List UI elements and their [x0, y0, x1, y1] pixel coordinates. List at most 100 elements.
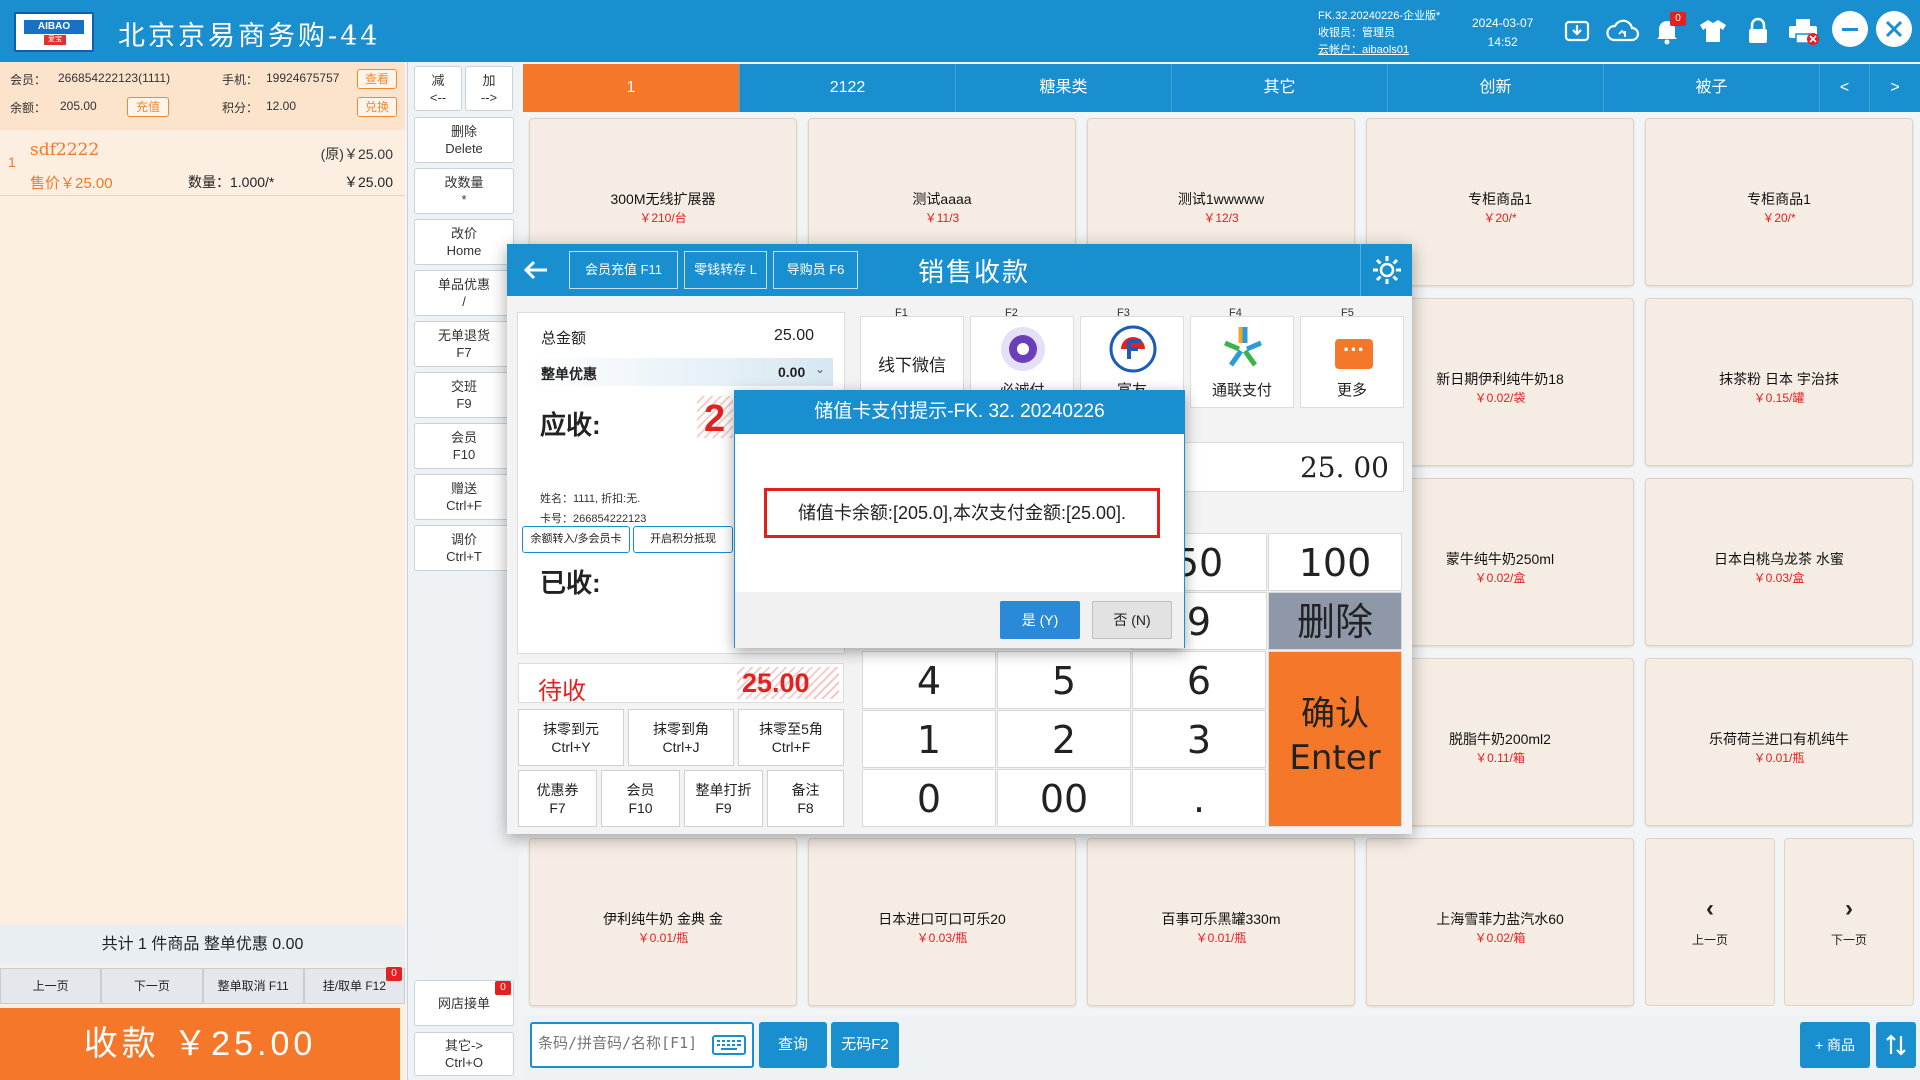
product-price: ￥0.02/箱	[1474, 931, 1526, 945]
key-dot[interactable]: .	[1132, 769, 1266, 827]
delete-key[interactable]: 删除	[1268, 592, 1402, 650]
other-functions-label: 其它->	[445, 1038, 483, 1053]
decrease-button[interactable]: 减 <--	[414, 66, 462, 111]
product-tile[interactable]: 百事可乐黑罐330m ￥0.01/瓶	[1087, 838, 1355, 1006]
minimize-button[interactable]	[1832, 11, 1868, 47]
category-next-button[interactable]: >	[1870, 64, 1920, 112]
hold-order-button[interactable]: 挂/取单 F12 0	[303, 967, 405, 1004]
product-tile[interactable]: 伊利纯牛奶 金典 金 ￥0.01/瓶	[529, 838, 797, 1006]
cloud-sync-icon[interactable]	[1603, 14, 1643, 48]
delete-item-key: Delete	[445, 141, 483, 156]
category-tab-other[interactable]: 其它	[1172, 64, 1388, 112]
key-0[interactable]: 0	[862, 769, 996, 827]
barcode-search-input[interactable]	[538, 1034, 706, 1052]
cart-row[interactable]: 1 sdf2222 (原)￥25.00 售价￥25.00 数量：1.000/* …	[0, 134, 405, 196]
category-prev-button[interactable]: <	[1820, 64, 1870, 112]
category-tab-quilt[interactable]: 被子	[1604, 64, 1820, 112]
alert-yes-button[interactable]: 是 (Y)	[1000, 601, 1080, 639]
product-tile[interactable]: 日本进口可口可乐20 ￥0.03/瓶	[808, 838, 1076, 1006]
note-button[interactable]: 备注 F8	[767, 770, 844, 827]
increase-button[interactable]: 加 -->	[465, 66, 513, 111]
change-deposit-button[interactable]: 零钱转存 L	[684, 251, 767, 289]
round-to-yuan-button[interactable]: 抹零到元 Ctrl+Y	[518, 709, 624, 766]
barcode-search-field[interactable]	[530, 1022, 754, 1068]
key-6[interactable]: 6	[1132, 651, 1266, 709]
no-barcode-button[interactable]: 无码F2	[831, 1022, 899, 1068]
order-discount-button[interactable]: 整单打折 F9	[684, 770, 763, 827]
confirm-enter-button[interactable]: 确认 Enter	[1268, 651, 1402, 827]
pay-method-label: 线下微信	[878, 356, 946, 375]
return-no-receipt-key: F7	[456, 345, 472, 360]
member-exchange-button[interactable]: 兑换	[357, 97, 397, 117]
shirt-icon[interactable]	[1696, 14, 1730, 48]
back-button[interactable]	[518, 252, 556, 288]
product-tile[interactable]: 日本白桃乌龙茶 水蜜 ￥0.03/盒	[1645, 478, 1913, 646]
key-2[interactable]: 2	[997, 710, 1131, 768]
cloud-account-link[interactable]: 云帐户：aibaols01	[1318, 42, 1440, 59]
key-4[interactable]: 4	[862, 651, 996, 709]
key-100[interactable]: 100	[1268, 533, 1402, 591]
decrease-label: 减	[431, 72, 445, 88]
online-orders-button[interactable]: 网店接单 0	[414, 980, 514, 1026]
payment-member-button[interactable]: 会员 F10	[601, 770, 680, 827]
product-tile[interactable]: 专柜商品1 ￥20/*	[1645, 118, 1913, 286]
product-name: 测试1wwwww	[1177, 191, 1265, 207]
coupon-button[interactable]: 优惠券 F7	[518, 770, 597, 827]
keyboard-icon[interactable]	[712, 1035, 746, 1055]
salesperson-button[interactable]: 导购员 F6	[773, 251, 858, 289]
add-product-button[interactable]: + 商品	[1800, 1022, 1870, 1068]
product-tile[interactable]: 乐荷荷兰进口有机纯牛 ￥0.01/瓶	[1645, 658, 1913, 826]
key-00[interactable]: 00	[997, 769, 1131, 827]
item-discount-label: 单品优惠	[437, 277, 490, 292]
return-no-receipt-button[interactable]: 无单退货 F7	[414, 321, 514, 367]
round-to-5jiao-button[interactable]: 抹零至5角 Ctrl+F	[738, 709, 844, 766]
shift-handover-button[interactable]: 交班 F9	[414, 372, 514, 418]
key-5[interactable]: 5	[997, 651, 1131, 709]
notification-bell-icon[interactable]: 0	[1650, 12, 1686, 48]
member-recharge-f11-button[interactable]: 会员充值 F11	[569, 251, 678, 289]
other-functions-button[interactable]: 其它-> Ctrl+O	[414, 1032, 514, 1076]
lock-icon[interactable]	[1741, 14, 1775, 48]
category-tab-1[interactable]: 1	[523, 64, 740, 112]
cancel-order-button[interactable]: 整单取消 F11	[202, 968, 304, 1004]
balance-transfer-button[interactable]: 余额转入/多会员卡	[522, 526, 630, 553]
round-to-jiao-button[interactable]: 抹零到角 Ctrl+J	[628, 709, 734, 766]
category-tab-2122[interactable]: 2122	[740, 64, 956, 112]
change-qty-button[interactable]: 改数量 *	[414, 168, 514, 214]
category-tab-innovation[interactable]: 创新	[1388, 64, 1604, 112]
sort-toggle-button[interactable]	[1876, 1022, 1916, 1068]
category-tab-candy[interactable]: 糖果类	[956, 64, 1172, 112]
time-label: 14:52	[1487, 35, 1518, 49]
pay-method-more[interactable]: ··· 更多	[1300, 316, 1404, 408]
key-3[interactable]: 3	[1132, 710, 1266, 768]
member-recharge-button[interactable]: 充值	[127, 97, 169, 117]
checkout-button[interactable]: 收款 ￥25.00	[0, 1008, 400, 1080]
settings-button[interactable]	[1360, 244, 1412, 296]
version-info: FK.32.20240226-企业版* 收银员：管理员 云帐户：aibaols0…	[1318, 8, 1440, 59]
chevron-down-icon[interactable]: ⌄	[815, 362, 825, 376]
delete-item-button[interactable]: 删除 Delete	[414, 117, 514, 163]
product-next-page-button[interactable]: › 下一页	[1784, 838, 1914, 1006]
adjust-price-button[interactable]: 调价 Ctrl+T	[414, 525, 514, 571]
product-prev-page-button[interactable]: ‹ 上一页	[1645, 838, 1775, 1006]
member-view-button[interactable]: 查看	[357, 69, 397, 89]
query-button[interactable]: 查询	[759, 1022, 827, 1068]
gift-button[interactable]: 赠送 Ctrl+F	[414, 474, 514, 520]
pay-method-allinpay[interactable]: 通联支付	[1190, 316, 1294, 408]
download-icon[interactable]	[1560, 14, 1594, 48]
product-tile[interactable]: 抹茶粉 日本 宇治抹 ￥0.15/罐	[1645, 298, 1913, 466]
member-button[interactable]: 会员 F10	[414, 423, 514, 469]
item-discount-button[interactable]: 单品优惠 /	[414, 270, 514, 316]
note-label: 备注	[791, 781, 820, 798]
close-button[interactable]	[1876, 11, 1912, 47]
product-tile[interactable]: 上海雪菲力盐汽水60 ￥0.02/箱	[1366, 838, 1634, 1006]
cart-next-page-button[interactable]: 下一页	[101, 968, 203, 1004]
printer-icon[interactable]	[1786, 14, 1820, 48]
points-offset-button[interactable]: 开启积分抵现	[633, 526, 733, 553]
alert-no-button[interactable]: 否 (N)	[1092, 601, 1172, 639]
cart-prev-page-button[interactable]: 上一页	[0, 968, 102, 1004]
key-1[interactable]: 1	[862, 710, 996, 768]
product-name: 300M无线扩展器	[610, 191, 716, 207]
product-price: ￥0.15/罐	[1753, 391, 1805, 405]
change-price-button[interactable]: 改价 Home	[414, 219, 514, 265]
